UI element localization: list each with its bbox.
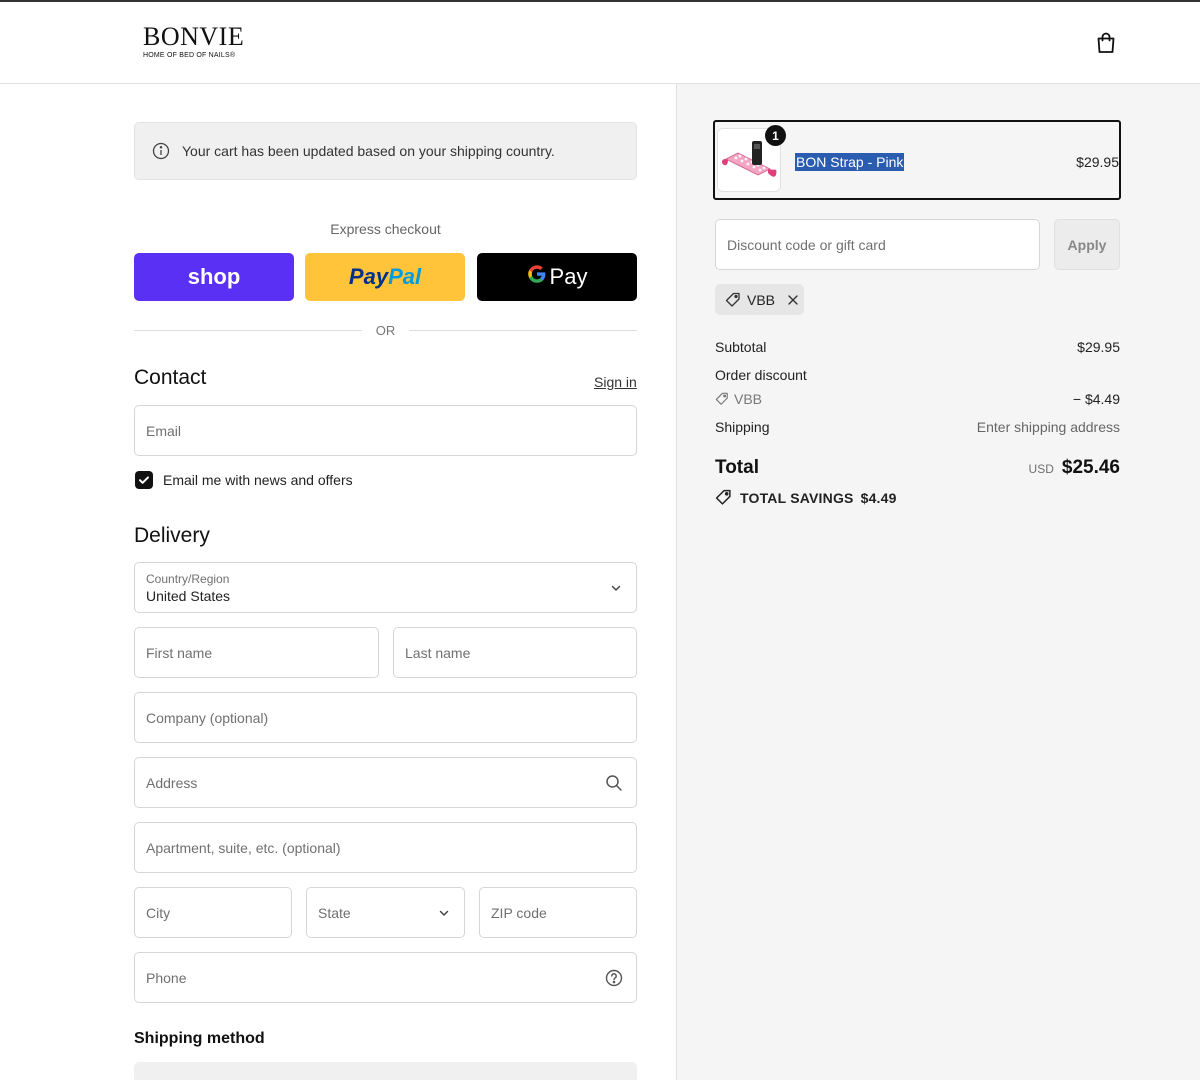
- phone-field[interactable]: [134, 952, 637, 1003]
- total-label: Total: [715, 457, 759, 478]
- newsletter-row[interactable]: Email me with news and offers: [135, 471, 353, 489]
- or-label: OR: [375, 322, 396, 338]
- total-value: $25.46: [1061, 457, 1120, 478]
- shop-pay-label: shop: [187, 264, 241, 289]
- state-label: State: [318, 904, 351, 921]
- newsletter-checkbox[interactable]: [135, 471, 153, 489]
- quantity-badge: 1: [765, 125, 786, 146]
- discount-value: − $4.49: [1072, 391, 1120, 407]
- apply-button[interactable]: Apply: [1054, 219, 1120, 270]
- city-field[interactable]: [134, 887, 292, 938]
- city-input[interactable]: [135, 888, 291, 937]
- phone-input[interactable]: [135, 953, 636, 1002]
- shopping-bag-icon[interactable]: [1096, 32, 1116, 54]
- total-value-group: USD $25.46: [1029, 457, 1120, 479]
- paypal-label-pal: Pal: [388, 264, 422, 289]
- header: BONVIE HOME OF BED OF NAILS®: [0, 2, 1200, 84]
- or-divider: OR: [134, 320, 637, 340]
- shipping-row: Shipping Enter shipping address: [715, 419, 1120, 435]
- order-discount-row: Order discount: [715, 367, 1120, 383]
- company-input[interactable]: [135, 693, 636, 742]
- discount-detail-row: VBB − $4.49: [715, 391, 1120, 407]
- google-pay-label: Pay: [549, 264, 588, 289]
- close-icon[interactable]: [787, 294, 799, 306]
- chevron-down-icon: [611, 585, 621, 592]
- shipping-method-heading: Shipping method: [134, 1030, 265, 1047]
- country-value: United States: [146, 588, 231, 604]
- state-select[interactable]: State: [306, 887, 465, 938]
- address-field[interactable]: [134, 757, 637, 808]
- applied-code: VBB: [747, 291, 776, 308]
- info-icon: [152, 142, 170, 160]
- paypal-label-pay: Pay: [348, 264, 389, 289]
- contact-heading: Contact: [134, 366, 207, 389]
- zip-input[interactable]: [480, 888, 636, 937]
- google-pay-button[interactable]: Pay: [477, 253, 637, 301]
- email-field[interactable]: [134, 405, 637, 456]
- country-label: Country/Region: [146, 572, 230, 586]
- total-savings: TOTAL SAVINGS $4.49: [715, 489, 897, 506]
- shipping-label: Shipping: [715, 419, 770, 435]
- sign-in-link[interactable]: Sign in: [594, 374, 637, 390]
- last-name-field[interactable]: [393, 627, 637, 678]
- tag-icon: [725, 292, 740, 307]
- product-name: BON Strap - Pink: [795, 153, 905, 171]
- subtotal-value: $29.95: [1077, 339, 1120, 355]
- subtotal-label: Subtotal: [715, 339, 767, 355]
- order-summary: 1 BON Strap - Pink $29.95 Apply VBB Subt…: [676, 84, 1200, 1080]
- apartment-input[interactable]: [135, 823, 636, 872]
- search-icon[interactable]: [605, 774, 623, 792]
- logo[interactable]: BONVIE HOME OF BED OF NAILS®: [143, 22, 253, 60]
- shipping-value: Enter shipping address: [976, 419, 1120, 435]
- savings-value: $4.49: [860, 489, 897, 506]
- first-name-input[interactable]: [135, 628, 378, 677]
- last-name-input[interactable]: [394, 628, 636, 677]
- shop-pay-button[interactable]: shop: [134, 253, 294, 301]
- company-field[interactable]: [134, 692, 637, 743]
- chevron-down-icon: [439, 910, 449, 917]
- shipping-method-placeholder: [134, 1062, 637, 1080]
- address-input[interactable]: [135, 758, 636, 807]
- help-icon[interactable]: [605, 969, 623, 987]
- first-name-field[interactable]: [134, 627, 379, 678]
- checkmark-icon: [139, 476, 149, 484]
- delivery-heading: Delivery: [134, 524, 210, 547]
- applied-discount-chip: VBB: [715, 284, 804, 315]
- google-g-icon: [527, 264, 547, 290]
- subtotal-row: Subtotal $29.95: [715, 339, 1120, 355]
- email-input[interactable]: [135, 406, 636, 455]
- discount-code-input[interactable]: [716, 220, 1039, 269]
- tag-icon: [715, 392, 728, 405]
- express-checkout-title: Express checkout: [330, 221, 441, 237]
- country-select[interactable]: Country/Region United States: [134, 562, 637, 613]
- product-price: $29.95: [1076, 154, 1119, 170]
- logo-wordmark: BONVIE: [143, 22, 245, 51]
- apartment-field[interactable]: [134, 822, 637, 873]
- newsletter-label: Email me with news and offers: [163, 472, 353, 488]
- paypal-button[interactable]: Pay Pal: [305, 253, 465, 301]
- savings-label: TOTAL SAVINGS: [740, 489, 854, 506]
- discount-code-field[interactable]: [715, 219, 1040, 270]
- total-currency: USD: [1028, 462, 1054, 476]
- tag-icon: [715, 489, 731, 505]
- order-discount-label: Order discount: [715, 367, 807, 383]
- cart-item: 1 BON Strap - Pink $29.95: [713, 120, 1121, 200]
- zip-field[interactable]: [479, 887, 637, 938]
- discount-code-label: VBB: [715, 391, 762, 407]
- checkout-form: Your cart has been updated based on your…: [0, 84, 676, 1080]
- cart-updated-notice: Your cart has been updated based on your…: [134, 122, 637, 180]
- logo-tagline: HOME OF BED OF NAILS®: [143, 52, 236, 59]
- total-row: Total USD $25.46: [715, 457, 1120, 479]
- notice-text: Your cart has been updated based on your…: [182, 143, 555, 159]
- discount-code-text: VBB: [734, 391, 763, 407]
